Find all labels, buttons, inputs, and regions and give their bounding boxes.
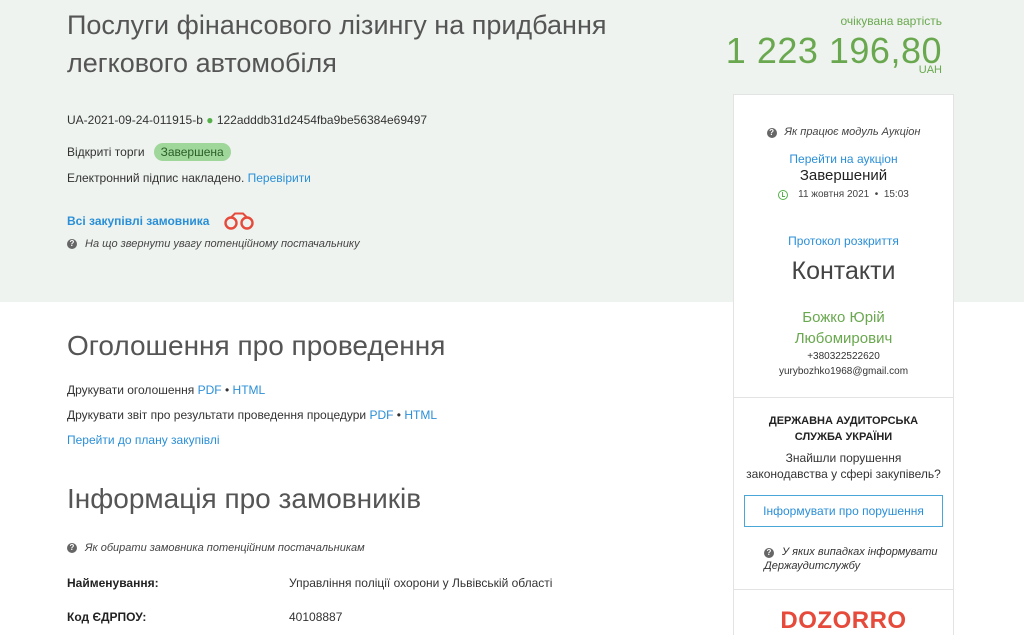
contact-name-line: Любомирович — [794, 330, 893, 347]
expected-value: очікувана вартість 1 223 196,80 UAH — [726, 14, 942, 76]
audit-question-line: законодавства у сфері закупівель? — [746, 467, 941, 481]
separator-dot: ● — [206, 113, 214, 127]
clock-icon — [778, 189, 789, 200]
print-announcement-pdf-link[interactable]: PDF — [198, 383, 222, 397]
question-circle-icon: ? — [67, 239, 77, 249]
signature-row: Електронний підпис накладено. Перевірити — [67, 171, 311, 185]
contact-name-line: Божко Юрій — [802, 309, 885, 326]
procedure-type: Відкриті торги — [67, 145, 145, 159]
protocol-link-wrap: Протокол розкриття — [734, 234, 953, 248]
buyer-info-key: Код ЄДРПОУ: — [67, 610, 147, 624]
report-violation-button[interactable]: Інформувати про порушення — [744, 495, 943, 527]
question-circle-icon: ? — [764, 548, 774, 558]
divider — [734, 589, 953, 590]
contact-email: yurybozhko1968@gmail.com — [778, 366, 909, 377]
buyer-procurements-label: Всі закупівлі замовника — [67, 214, 210, 228]
announcement-title: Оголошення про проведення — [67, 330, 446, 361]
procedure-row: Відкриті торги Завершена — [67, 143, 231, 161]
separator-dot: • — [869, 189, 884, 200]
print-announcement-row: Друкувати оголошення PDF • HTML — [67, 383, 265, 397]
supplier-hint-text: На що звернути увагу потенційному постач… — [85, 238, 360, 250]
print-announcement-label: Друкувати оголошення — [67, 383, 195, 397]
auction-help-text: Як працює модуль Аукціон — [784, 126, 921, 138]
go-to-auction-link[interactable]: Перейти на аукціон — [789, 152, 897, 166]
expected-value-amount: 1 223 196,80 — [725, 30, 942, 71]
audit-service-title-line: ДЕРЖАВНА АУДИТОРСЬКА — [768, 415, 919, 427]
print-announcement-html-link[interactable]: HTML — [233, 383, 266, 397]
print-report-pdf-link[interactable]: PDF — [369, 408, 393, 422]
audit-question: Знайшли порушення законодавства у сфері … — [734, 450, 953, 482]
auction-datetime: 11 жовтня 2021 • 15:03 — [734, 189, 953, 200]
buyer-choice-hint[interactable]: ? Як обирати замовника потенційним поста… — [67, 542, 365, 554]
auction-help[interactable]: ? Як працює модуль Аукціон — [734, 126, 953, 138]
auction-link-wrap: Перейти на аукціон — [734, 152, 953, 166]
contacts-title: Контакти — [791, 257, 896, 285]
buyer-info-row: Найменування: Управління поліції охорони… — [67, 576, 552, 590]
buyer-info-value: Управління поліції охорони у Львівській … — [289, 576, 553, 590]
verify-signature-link[interactable]: Перевірити — [248, 171, 311, 185]
audit-service-title-line: СЛУЖБА УКРАЇНИ — [794, 431, 893, 443]
procurement-plan-link[interactable]: Перейти до плану закупівлі — [67, 433, 220, 447]
auction-time: 15:03 — [883, 189, 909, 200]
buyer-info-row: Код ЄДРПОУ: 40108887 — [67, 610, 342, 624]
supplier-hint[interactable]: ? На що звернути увагу потенційному пост… — [67, 238, 360, 250]
contact-name: Божко Юрій Любомирович — [734, 307, 953, 349]
tender-hash: 122adddb31d2454fba9be56384e69497 — [216, 113, 428, 127]
status-badge: Завершена — [153, 143, 231, 161]
buyer-choice-hint-text: Як обирати замовника потенційним постача… — [85, 542, 365, 554]
print-report-html-link[interactable]: HTML — [404, 408, 437, 422]
audit-question-line: Знайшли порушення — [785, 451, 902, 465]
sidebar: ? Як працює модуль Аукціон Перейти на аук… — [733, 94, 954, 635]
page-title: Послуги фінансового лізингу на придбання… — [67, 10, 607, 78]
plan-row: Перейти до плану закупівлі — [67, 433, 220, 447]
separator-dot: • — [224, 383, 230, 397]
opening-protocol-link[interactable]: Протокол розкриття — [788, 234, 899, 248]
separator-dot: • — [396, 408, 401, 422]
expected-value-label: очікувана вартість — [840, 14, 943, 28]
buyer-procurements-link[interactable]: Всі закупівлі замовника — [67, 212, 255, 230]
auction-date: 11 жовтня 2021 — [798, 189, 870, 200]
contact-phone: +380322522620 — [807, 351, 880, 362]
when-to-report-hint[interactable]: ? У яких випадках інформувати Держаудитсл… — [764, 545, 944, 573]
buyer-info-key: Найменування: — [67, 576, 159, 590]
audit-service-title: ДЕРЖАВНА АУДИТОРСЬКА СЛУЖБА УКРАЇНИ — [734, 413, 953, 445]
divider — [734, 397, 953, 398]
when-to-report-text: У яких випадках інформувати Держаудитслу… — [764, 546, 938, 572]
binoculars-icon — [224, 212, 255, 230]
signature-text: Електронний підпис накладено. — [67, 171, 245, 185]
buyers-title: Інформація про замовників — [67, 483, 422, 514]
tender-id: UA-2021-09-24-011915-b — [67, 113, 203, 127]
auction-status: Завершений — [799, 167, 888, 184]
print-report-label: Друкувати звіт про результати проведення… — [67, 408, 367, 422]
question-circle-icon: ? — [67, 543, 77, 553]
dozorro-logo[interactable]: DOZORRO — [734, 607, 953, 635]
question-circle-icon: ? — [766, 128, 777, 138]
tender-id-row: UA-2021-09-24-011915-b ● 122adddb31d2454… — [67, 113, 427, 127]
buyer-info-value: 40108887 — [289, 610, 343, 624]
print-report-row: Друкувати звіт про результати проведення… — [67, 408, 437, 422]
